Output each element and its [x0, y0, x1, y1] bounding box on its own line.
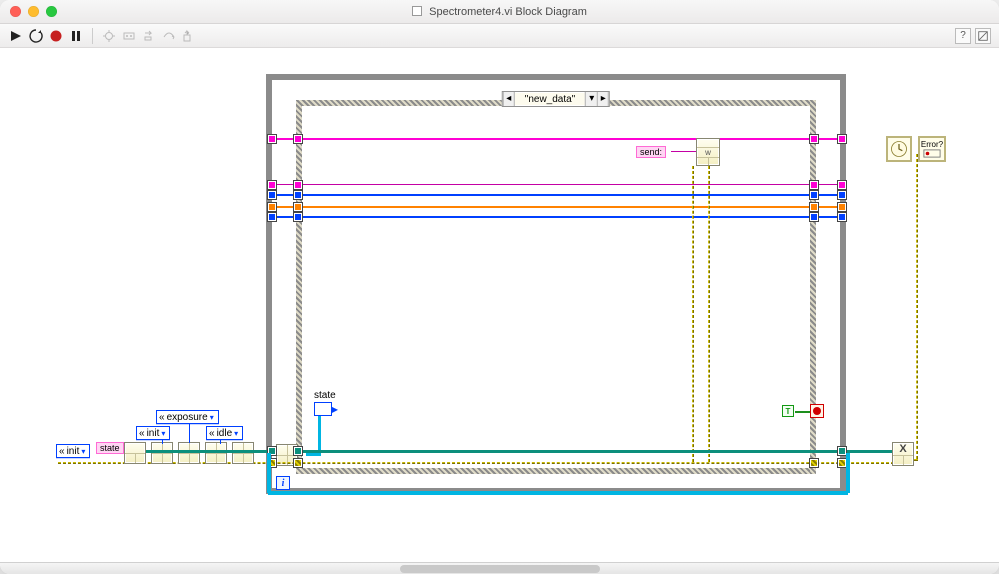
window-title-text: Spectrometer4.vi Block Diagram: [429, 6, 587, 18]
zoom-window-button[interactable]: [46, 6, 57, 17]
app-window: Spectrometer4.vi Block Diagram: [0, 0, 999, 574]
enum-constant-exposure[interactable]: «exposure▾: [156, 410, 219, 424]
string-label-send-text: send:: [640, 147, 662, 157]
abort-button[interactable]: [48, 28, 64, 44]
wire: [847, 450, 893, 453]
boolean-constant[interactable]: T: [782, 405, 794, 417]
tunnel: [293, 458, 303, 468]
run-button[interactable]: [8, 28, 24, 44]
wire: [189, 423, 190, 443]
horizontal-scrollbar[interactable]: [0, 562, 999, 574]
block-diagram-canvas[interactable]: ◂ "new_data" ▾ ▸ i T: [0, 48, 999, 562]
enum-idle-text: idle: [217, 428, 233, 439]
titlebar: Spectrometer4.vi Block Diagram: [0, 0, 999, 24]
tunnel: [293, 180, 303, 190]
step-into-button[interactable]: [141, 28, 157, 44]
case-structure-frame[interactable]: ◂ "new_data" ▾ ▸: [296, 100, 816, 474]
wire-error: [916, 154, 918, 459]
subvi-queue-write-label: w: [705, 148, 711, 157]
enum-constant-init-1[interactable]: «init▾: [56, 444, 90, 458]
subvi-wait[interactable]: [886, 136, 912, 162]
context-help-button[interactable]: ?: [955, 28, 971, 44]
case-prev-button[interactable]: ◂: [503, 92, 515, 106]
tunnel: [809, 134, 819, 144]
label-state-pink: state: [96, 442, 124, 454]
panel-link-button[interactable]: [975, 28, 991, 44]
enum-constant-idle[interactable]: «idle▾: [206, 426, 243, 440]
tunnel: [267, 212, 277, 222]
close-window-button[interactable]: [10, 6, 21, 17]
tunnel: [267, 202, 277, 212]
toolbar: ?: [0, 24, 999, 48]
canvas: ◂ "new_data" ▾ ▸ i T: [6, 54, 976, 554]
label-state-pink-text: state: [100, 443, 120, 453]
label-state-top: state: [314, 390, 336, 401]
highlight-button[interactable]: [101, 28, 117, 44]
tunnel: [837, 446, 847, 456]
tunnel: [809, 212, 819, 222]
subvi-enqueue-3[interactable]: [205, 442, 227, 464]
minimize-window-button[interactable]: [28, 6, 39, 17]
tunnel: [837, 212, 847, 222]
iteration-terminal: i: [276, 476, 290, 490]
tunnel: [837, 190, 847, 200]
wire: [914, 459, 918, 461]
tunnel: [809, 180, 819, 190]
run-continuous-button[interactable]: [28, 28, 44, 44]
subvi-x-label: X: [899, 443, 906, 455]
enum-constant-init-2[interactable]: «init▾: [136, 426, 170, 440]
tunnel: [267, 190, 277, 200]
tunnel: [837, 134, 847, 144]
case-selector-label[interactable]: "new_data": [515, 94, 585, 105]
tunnel: [267, 134, 277, 144]
error-cluster-icon: [923, 149, 941, 158]
tunnel: [293, 202, 303, 212]
subvi-queue-write[interactable]: w: [696, 138, 720, 166]
panel-link-icon: [977, 30, 989, 42]
subvi-obtain-queue[interactable]: [124, 442, 146, 464]
pause-button[interactable]: [68, 28, 84, 44]
enum-init1-text: init: [67, 446, 80, 457]
subvi-release-queue[interactable]: X: [892, 442, 914, 466]
case-dropdown-button[interactable]: ▾: [585, 92, 597, 106]
tunnel: [267, 180, 277, 190]
enum-exposure-text: exposure: [167, 412, 208, 423]
error-indicator-label: Error?: [921, 140, 943, 149]
string-label-send[interactable]: send:: [636, 146, 666, 158]
tunnel: [267, 458, 277, 468]
boolean-constant-value: T: [786, 407, 791, 416]
subvi-enqueue-1[interactable]: [151, 442, 173, 464]
tunnel: [267, 446, 277, 456]
subvi-enqueue-4[interactable]: [232, 442, 254, 464]
scrollbar-thumb[interactable]: [400, 565, 600, 573]
tunnel: [809, 202, 819, 212]
window-title: Spectrometer4.vi Block Diagram: [0, 6, 999, 18]
tunnel: [293, 134, 303, 144]
step-out-button[interactable]: [181, 28, 197, 44]
step-over-button[interactable]: [161, 28, 177, 44]
state-indicator-terminal[interactable]: [314, 402, 332, 416]
loop-condition-terminal[interactable]: [810, 404, 824, 418]
tunnel: [837, 202, 847, 212]
case-next-button[interactable]: ▸: [597, 92, 609, 106]
tunnel: [809, 190, 819, 200]
error-indicator[interactable]: Error?: [918, 136, 946, 162]
help-icon: ?: [960, 30, 966, 41]
case-selector[interactable]: ◂ "new_data" ▾ ▸: [502, 91, 610, 107]
tunnel: [809, 458, 819, 468]
enum-init2-text: init: [147, 428, 160, 439]
retain-values-button[interactable]: [121, 28, 137, 44]
tunnel: [837, 458, 847, 468]
tunnel: [293, 190, 303, 200]
clock-icon: [889, 139, 909, 159]
tunnel: [837, 180, 847, 190]
subvi-enqueue-2[interactable]: [178, 442, 200, 464]
tunnel: [293, 212, 303, 222]
vi-icon: [412, 6, 422, 16]
traffic-lights: [10, 6, 57, 17]
tunnel: [293, 446, 303, 456]
